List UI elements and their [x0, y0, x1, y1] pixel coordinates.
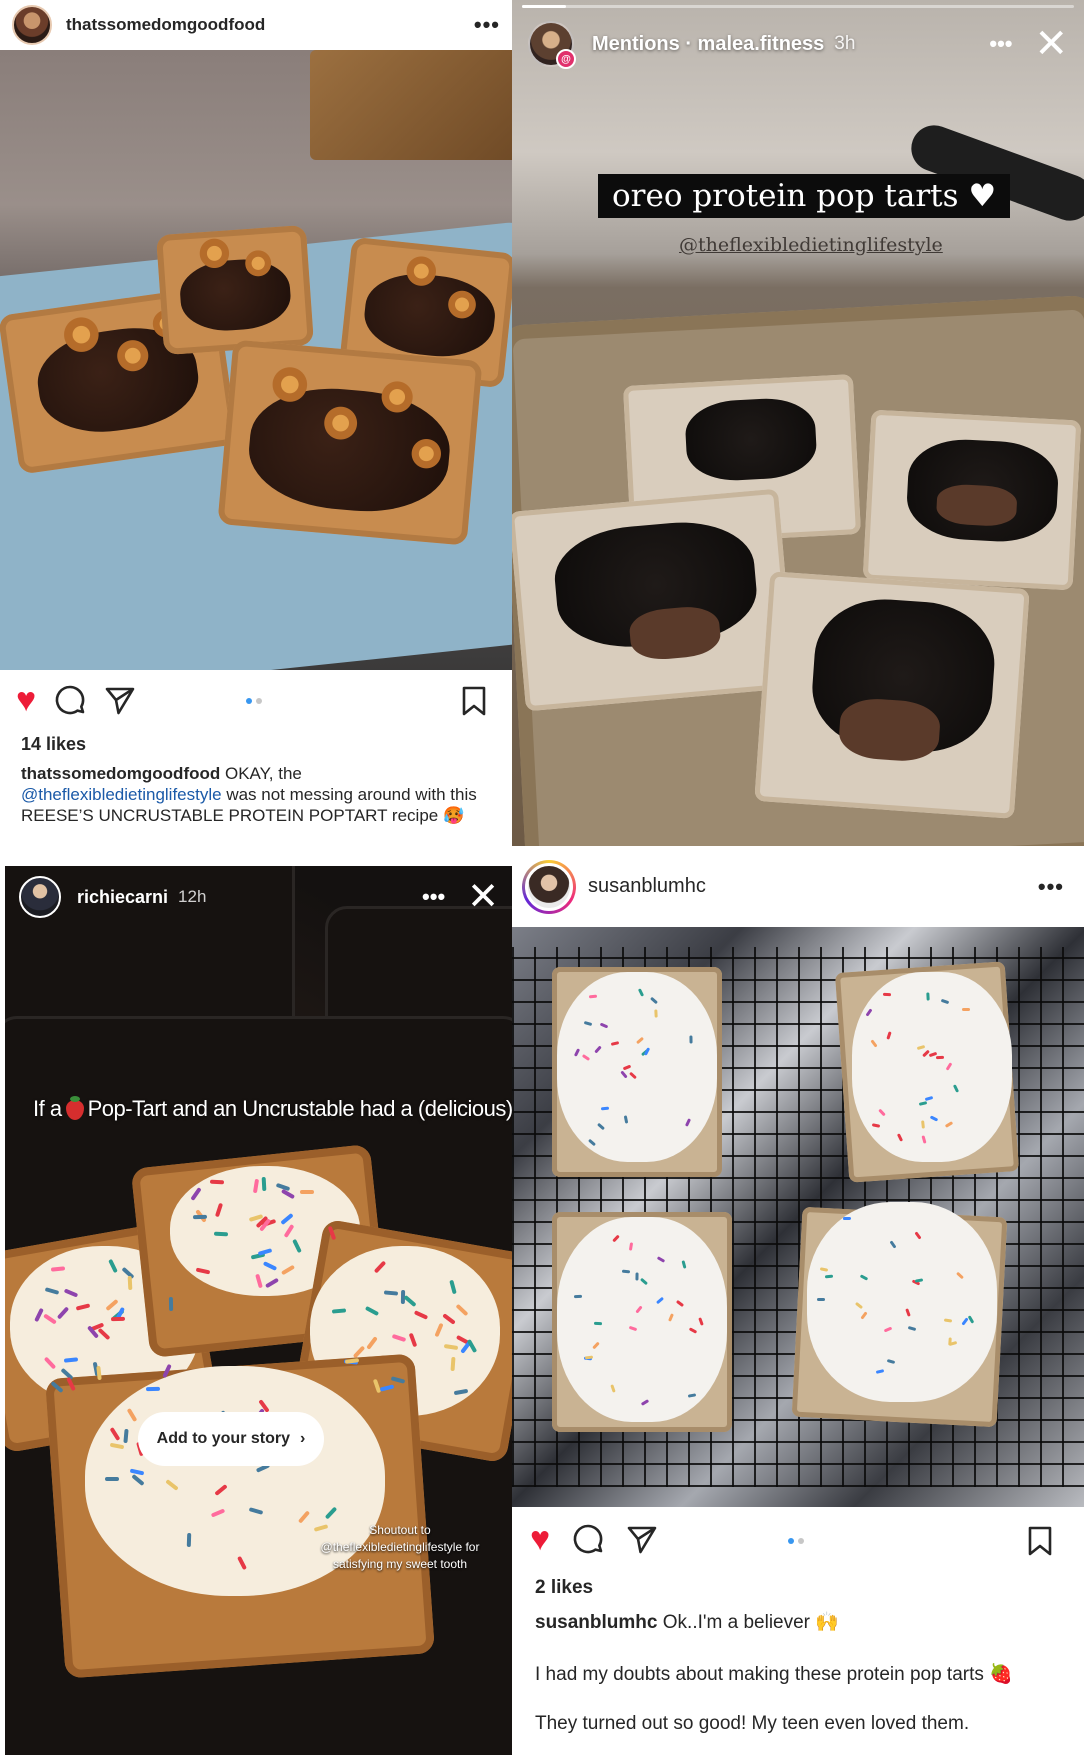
shoutout-mention[interactable]: @theflexibledietinglifestyle for [310, 1539, 490, 1556]
sprinkle [146, 1386, 161, 1391]
heart-icon[interactable]: ♥ [530, 1522, 550, 1556]
story-header: richiecarni 12h ••• ✕ [19, 876, 499, 918]
story-header: @ Mentions · malea.fitness 3h ••• ✕ [528, 20, 1068, 69]
story-mention-sticker[interactable]: @theflexibledietinglifestyle [679, 234, 943, 256]
avatar[interactable] [19, 876, 61, 918]
pop-tart [862, 409, 1082, 591]
sprinkle [192, 1214, 207, 1220]
close-icon[interactable]: ✕ [1034, 24, 1068, 64]
sprinkle [935, 1055, 944, 1059]
story-text-sticker: oreo protein pop tarts ♥ [598, 174, 1011, 218]
post-thatssomedomgoodfood: thatssomedomgoodfood ••• ♥ 14 likes that… [0, 0, 512, 862]
post-caption: thatssomedomgoodfood OKAY, the @theflexi… [21, 763, 491, 826]
caption-username[interactable]: thatssomedomgoodfood [21, 764, 220, 783]
sprinkle [450, 1356, 456, 1372]
sprinkle [214, 1231, 229, 1237]
carousel-indicator [246, 698, 262, 704]
shoutout-line: satisfying my sweet tooth [332, 1557, 468, 1571]
shoutout-text: Shoutout to @theflexibledietinglifestyle… [310, 1522, 490, 1573]
share-icon[interactable] [104, 684, 136, 716]
avatar[interactable] [12, 5, 52, 45]
share-icon[interactable] [626, 1523, 658, 1555]
glaze [557, 972, 717, 1162]
sprinkle [589, 994, 598, 999]
add-to-story-button[interactable]: Add to your story › [138, 1412, 324, 1466]
caption-text: OKAY, the [220, 764, 302, 783]
post-photo[interactable] [512, 927, 1084, 1507]
caption-mention[interactable]: @theflexibledietinglifestyle [21, 785, 222, 804]
more-options-icon[interactable]: ••• [474, 12, 500, 38]
story-username[interactable]: richiecarni [77, 887, 168, 908]
comment-icon[interactable] [54, 684, 86, 716]
sprinkle [95, 1365, 102, 1381]
carousel-indicator [788, 1538, 804, 1544]
story-mentions[interactable]: @ Mentions · malea.fitness 3h ••• ✕ oreo… [512, 0, 1084, 846]
caption-paragraph: They turned out so good! My teen even lo… [535, 1713, 970, 1734]
add-to-story-label: Add to your story [156, 1430, 290, 1447]
username[interactable]: thatssomedomgoodfood [66, 15, 265, 35]
strawberry-icon [65, 1096, 84, 1121]
bookmark-icon[interactable] [460, 686, 488, 716]
mention-badge-icon: @ [556, 49, 576, 69]
chevron-right-icon: › [300, 1430, 306, 1447]
story-text-overlay: If a Pop-Tart and an Uncrustable had a (d… [33, 1096, 513, 1122]
close-icon[interactable]: ✕ [467, 878, 499, 916]
sprinkle [635, 1272, 639, 1281]
pop-tart [512, 488, 796, 712]
caption-paragraph: I had my doubts about making these prote… [535, 1664, 1013, 1685]
more-options-icon[interactable]: ••• [1038, 874, 1064, 900]
post-actions: ♥ [530, 1522, 658, 1556]
caption-text: Ok..I'm a believer 🙌 [657, 1612, 839, 1633]
caption-username[interactable]: susanblumhc [535, 1612, 657, 1633]
sprinkle [110, 1316, 125, 1321]
sprinkle [186, 1532, 192, 1548]
likes-count[interactable]: 14 likes [21, 734, 86, 755]
sprinkle [600, 1106, 610, 1111]
heart-icon[interactable]: ♥ [16, 683, 36, 717]
comment-icon[interactable] [572, 1523, 604, 1555]
post-actions: ♥ [16, 683, 136, 717]
tart [155, 224, 315, 356]
sprinkle [689, 1035, 693, 1044]
cutting-board [310, 50, 512, 160]
sprinkle [105, 1476, 120, 1481]
sprinkle [573, 1294, 583, 1299]
sprinkle [961, 1008, 970, 1012]
avatar[interactable]: @ [528, 21, 576, 69]
post-header: susanblumhc ••• [512, 846, 1084, 927]
sprinkle [300, 1190, 315, 1195]
pop-tart [754, 571, 1030, 819]
sprinkle [653, 1009, 658, 1018]
tart [217, 339, 483, 546]
avatar[interactable] [522, 859, 576, 914]
more-options-icon[interactable]: ••• [989, 31, 1012, 57]
story-progress-bar [522, 5, 1074, 8]
sprinkle [261, 1176, 267, 1191]
story-richiecarni[interactable]: richiecarni 12h ••• ✕ If a Pop-Tart and a… [5, 866, 513, 1755]
post-susanblumhc: susanblumhc ••• ♥ 2 likes susanblumhc Ok… [512, 846, 1084, 1755]
post-caption: susanblumhc Ok..I'm a believer 🙌 [535, 1611, 1065, 1635]
overlay-text-end: Pop-Tart and an Uncrustable had a (delic… [87, 1096, 513, 1121]
bookmark-icon[interactable] [1026, 1526, 1054, 1556]
more-options-icon[interactable]: ••• [422, 884, 445, 910]
story-title[interactable]: Mentions · malea.fitness [592, 33, 824, 56]
sprinkle [209, 1179, 224, 1185]
sprinkle [127, 1275, 133, 1290]
story-time: 3h [834, 33, 856, 54]
shoutout-line: Shoutout to [369, 1523, 431, 1537]
overlay-text-start: If a [33, 1096, 62, 1121]
post-photo[interactable] [0, 50, 512, 670]
post-header: thatssomedomgoodfood ••• [0, 0, 512, 50]
sprinkle [817, 1297, 826, 1301]
glaze [852, 972, 1012, 1162]
story-time: 12h [178, 887, 207, 906]
sprinkle [883, 992, 892, 997]
username[interactable]: susanblumhc [588, 875, 706, 898]
likes-count[interactable]: 2 likes [535, 1577, 593, 1599]
glaze [807, 1202, 997, 1402]
